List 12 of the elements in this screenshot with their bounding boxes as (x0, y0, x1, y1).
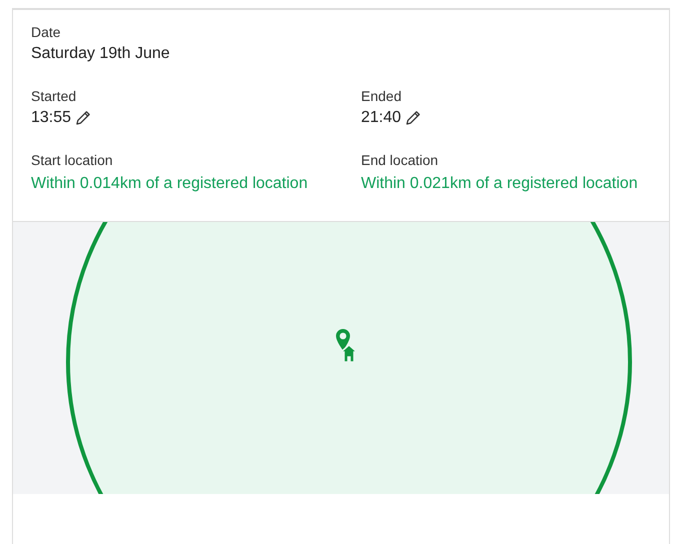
location-label: Start location (31, 151, 113, 170)
location-label: End location (361, 151, 438, 170)
time-label: Started (31, 87, 76, 106)
time-value: 13:55 (31, 108, 72, 128)
location-value: Within 0.021km of a registered location (361, 174, 638, 194)
location-value: Within 0.014km of a registered location (31, 174, 308, 194)
pencil-icon[interactable] (405, 110, 422, 126)
date-value: Saturday 19th June (31, 44, 170, 64)
date-label: Date (31, 23, 61, 42)
pencil-icon[interactable] (75, 110, 92, 126)
time-label: Ended (361, 87, 402, 106)
time-value: 21:40 (361, 108, 402, 128)
